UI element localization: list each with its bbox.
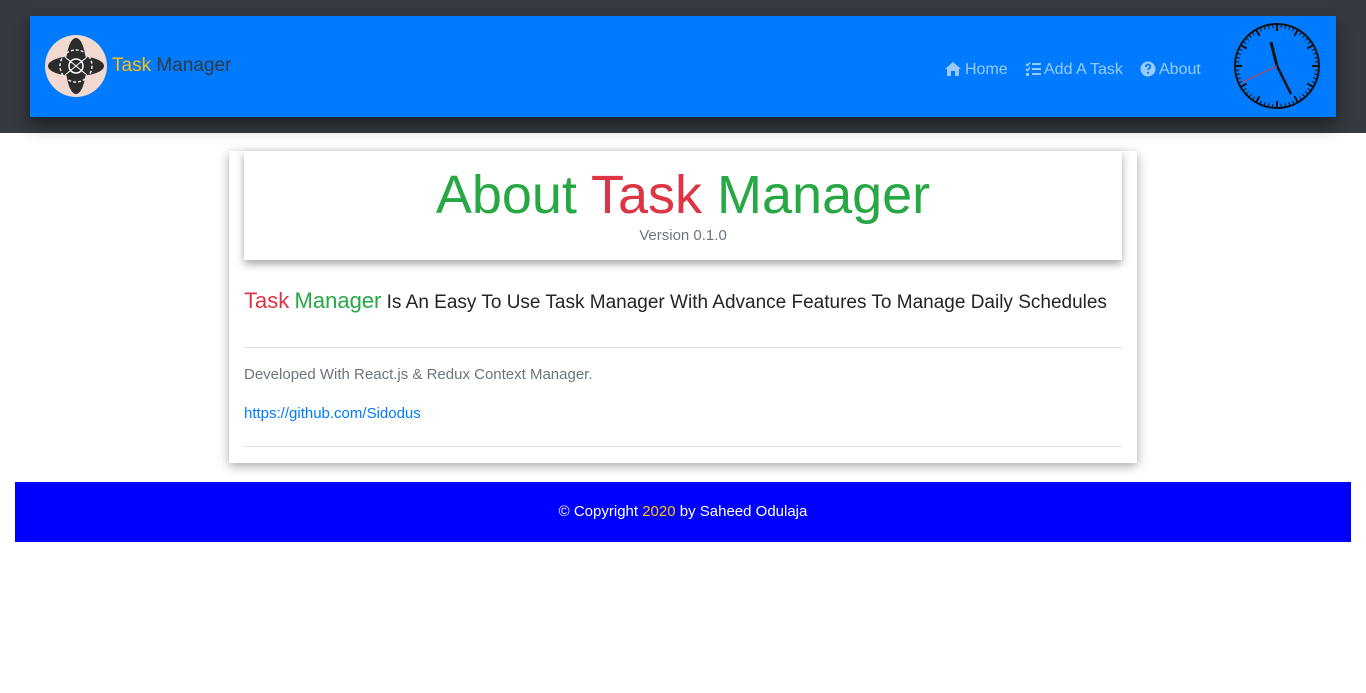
copyright-year: 2020 [642, 503, 676, 520]
lead-description: Is An Easy To Use Task Manager With Adva… [386, 292, 1107, 313]
developed-with-text: Developed With React.js & Redux Context … [244, 366, 593, 383]
question-circle-icon [1140, 61, 1156, 77]
clock-tick [1236, 73, 1240, 76]
nav-add-task-link[interactable]: Add A Task [1025, 59, 1123, 81]
copyright-text: © Copyright 2020 by Saheed Odulaja [15, 502, 1351, 522]
nav-home-link[interactable]: Home [944, 59, 1008, 81]
atom-logo-icon[interactable] [45, 35, 107, 97]
nav-home-label: Home [965, 61, 1008, 78]
title-word-about: About [435, 165, 577, 225]
clock-tick [1267, 25, 1270, 29]
home-icon [945, 62, 961, 76]
lead-word-manager: Manager [294, 288, 382, 313]
clock-tick [1284, 103, 1287, 107]
page-title: About Task Manager [244, 163, 1122, 227]
title-word-manager: Manager [717, 165, 931, 225]
brand[interactable]: Task Manager [112, 54, 231, 78]
divider [244, 347, 1122, 348]
brand-word-task: Task [112, 55, 152, 76]
lead-text: Task Manager Is An Easy To Use Task Mana… [244, 287, 1124, 317]
navbar: Task Manager Home Add A Task About [30, 16, 1336, 117]
nav-about-label: About [1159, 61, 1201, 78]
nav-about-link[interactable]: About [1140, 59, 1201, 81]
github-link[interactable]: https://github.com/Sidodus [244, 404, 421, 424]
analog-clock-icon [1233, 22, 1321, 110]
about-card: About Task Manager Version 0.1.0 Task Ma… [229, 151, 1137, 463]
footer: © Copyright 2020 by Saheed Odulaja [15, 482, 1351, 542]
about-card-header: About Task Manager Version 0.1.0 [244, 151, 1122, 260]
lead-word-task: Task [244, 288, 290, 313]
version-text: Version 0.1.0 [639, 227, 727, 244]
tasks-list-icon [1025, 61, 1041, 76]
copyright-author: by Saheed Odulaja [679, 503, 808, 520]
clock-tick [1267, 103, 1270, 107]
brand-word-manager: Manager [156, 55, 232, 76]
clock-tick [1284, 25, 1287, 29]
copyright-prefix: © Copyright [558, 503, 639, 520]
clock-tick [1314, 56, 1318, 59]
nav-add-task-label: Add A Task [1044, 61, 1123, 78]
divider [244, 446, 1122, 447]
clock-tick [1236, 56, 1240, 59]
title-word-task: Task [590, 165, 703, 225]
clock-tick [1314, 73, 1318, 76]
